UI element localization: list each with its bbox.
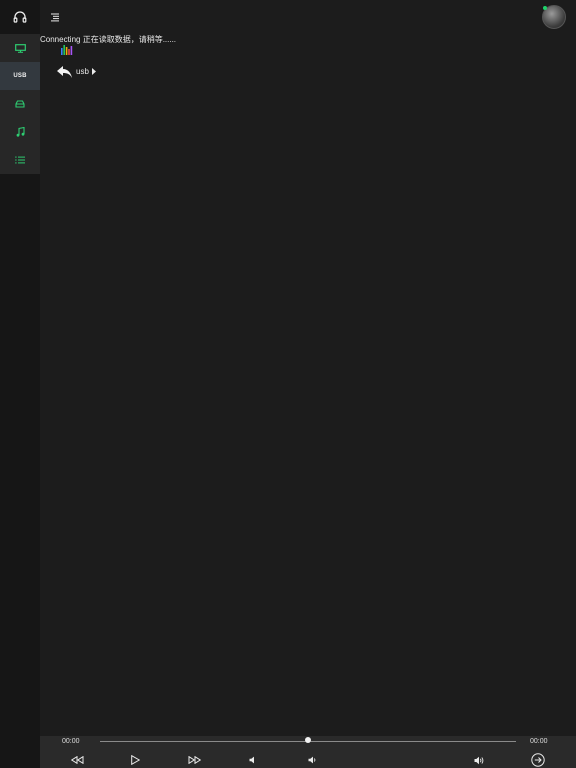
music-note-icon [16,127,25,137]
volume-off-icon [249,756,254,764]
sidebar: USB [0,0,40,768]
sidebar-item-usb[interactable]: USB [0,62,40,90]
source-menu: USB [0,34,40,174]
usb-label: USB [13,73,27,79]
headphones-button[interactable] [0,0,40,34]
sidebar-item-music[interactable] [0,118,40,146]
drive-icon [15,100,25,108]
menu-icon [51,13,59,22]
volume-mute-button[interactable] [246,754,260,766]
rewind-icon [70,756,83,764]
sidebar-item-drive[interactable] [0,90,40,118]
volume-low-icon [308,756,315,764]
equalizer-icon [61,45,74,55]
breadcrumb-label: usb [76,67,89,76]
arrow-circle-right-icon [531,753,545,767]
breadcrumb[interactable]: usb [76,67,96,76]
duration-time: 00:00 [530,738,548,745]
sidebar-item-monitor[interactable] [0,34,40,62]
play-icon [130,755,140,765]
volume-down-button[interactable] [305,754,319,766]
player-bar: 00:00 00:00 [40,736,576,768]
fast-forward-icon [188,756,201,764]
rewind-button[interactable] [70,754,84,766]
back-arrow-icon [57,66,72,78]
progress-thumb[interactable] [305,737,311,743]
menu-toggle-button[interactable] [48,10,62,24]
sidebar-item-list[interactable] [0,146,40,174]
fast-forward-button[interactable] [187,754,201,766]
elapsed-time: 00:00 [62,738,80,745]
connection-status: Connecting 正在读取数据，请稍等...... [40,35,177,44]
list-icon [15,156,25,164]
online-status-dot [543,6,547,10]
caret-right-icon [91,68,96,75]
play-button[interactable] [128,754,142,766]
back-button[interactable] [55,64,75,80]
volume-up-button[interactable] [472,754,486,766]
monitor-icon [14,43,26,53]
next-page-button[interactable] [530,752,546,768]
volume-high-icon [474,756,483,764]
headphones-icon [13,11,27,23]
